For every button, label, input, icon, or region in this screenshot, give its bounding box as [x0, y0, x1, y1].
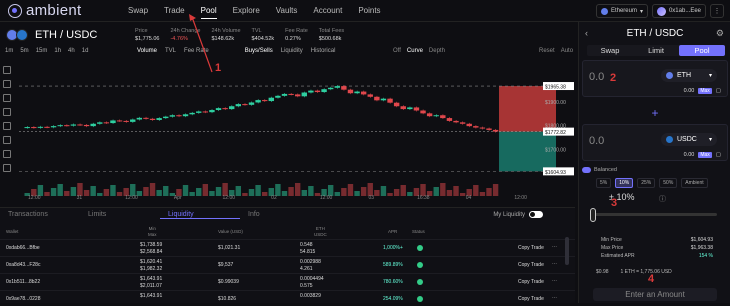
annotation-arrow	[191, 16, 213, 73]
annotation-4: 4	[648, 273, 655, 285]
annotation-1: 1	[215, 62, 222, 74]
annotation-layer	[189, 14, 213, 73]
annotation-2: 2	[610, 72, 617, 84]
annotation-3: 3	[611, 197, 618, 209]
